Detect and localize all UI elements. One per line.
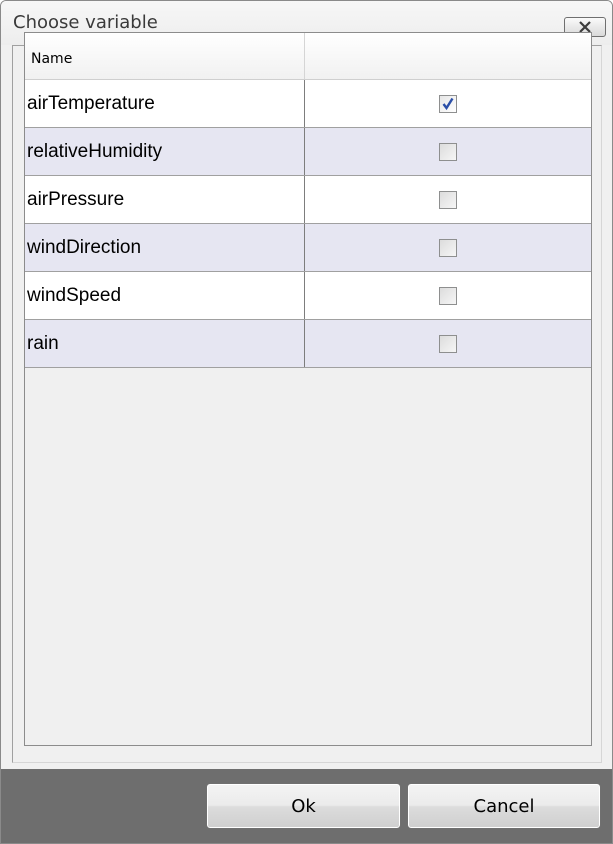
variable-name: airTemperature xyxy=(25,80,305,127)
variable-name: relativeHumidity xyxy=(25,128,305,175)
check-mark-icon xyxy=(442,97,454,110)
choose-variable-dialog: Choose variable Name airTemperature rela… xyxy=(0,0,613,844)
ok-button[interactable]: Ok xyxy=(206,783,401,829)
table-row[interactable]: windSpeed xyxy=(25,272,591,320)
table-header: Name xyxy=(25,33,591,80)
variable-select-cell xyxy=(305,224,591,271)
variable-checkbox[interactable] xyxy=(439,142,457,161)
table-body: airTemperature relativeHumidity airPress… xyxy=(25,80,591,368)
variable-name: windSpeed xyxy=(25,272,305,319)
variable-select-cell xyxy=(305,128,591,175)
column-header-name[interactable]: Name xyxy=(25,33,305,79)
variable-select-cell xyxy=(305,80,591,127)
variable-name: rain xyxy=(25,320,305,367)
variable-checkbox[interactable] xyxy=(439,334,457,353)
cancel-button[interactable]: Cancel xyxy=(407,783,601,829)
variable-checkbox[interactable] xyxy=(439,94,457,113)
table-row[interactable]: rain xyxy=(25,320,591,368)
variable-checkbox[interactable] xyxy=(439,190,457,209)
column-header-selected[interactable] xyxy=(305,33,591,79)
button-bar: Ok Cancel xyxy=(1,769,612,843)
table-row[interactable]: airPressure xyxy=(25,176,591,224)
variable-select-cell xyxy=(305,176,591,223)
variable-name: airPressure xyxy=(25,176,305,223)
variable-checkbox[interactable] xyxy=(439,286,457,305)
variable-checkbox[interactable] xyxy=(439,238,457,257)
dialog-title: Choose variable xyxy=(13,12,158,33)
table-row[interactable]: airTemperature xyxy=(25,80,591,128)
variable-table: Name airTemperature relativeHumidity air… xyxy=(24,32,592,746)
variable-name: windDirection xyxy=(25,224,305,271)
table-row[interactable]: relativeHumidity xyxy=(25,128,591,176)
table-row[interactable]: windDirection xyxy=(25,224,591,272)
variable-select-cell xyxy=(305,320,591,367)
variable-select-cell xyxy=(305,272,591,319)
